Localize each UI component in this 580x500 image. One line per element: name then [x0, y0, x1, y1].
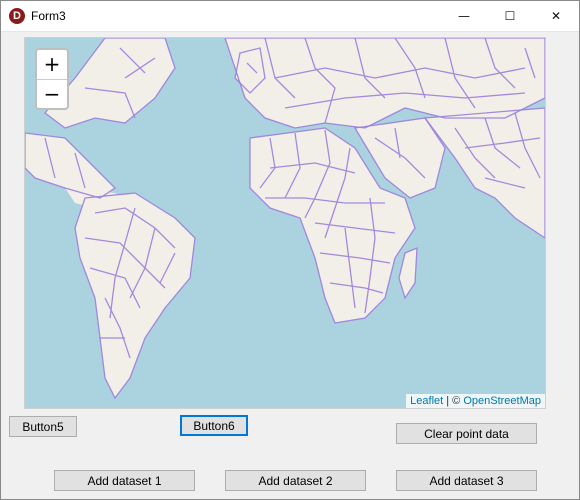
add-dataset-3-button[interactable]: Add dataset 3 [396, 470, 537, 491]
zoom-out-button[interactable]: − [37, 80, 67, 109]
app-logo-icon: D [9, 8, 25, 24]
button5[interactable]: Button5 [9, 416, 77, 437]
map-view[interactable]: + − Leaflet | © OpenStreetMap [24, 37, 546, 409]
app-window: D Form3 — ☐ ✕ + − Leaflet | © OpenStreet… [0, 0, 580, 500]
button6[interactable]: Button6 [180, 415, 248, 436]
title-bar[interactable]: D Form3 — ☐ ✕ [1, 1, 579, 32]
zoom-control: + − [35, 48, 69, 110]
map-attribution: Leaflet | © OpenStreetMap [406, 394, 545, 408]
map-tiles [25, 38, 545, 400]
add-dataset-2-button[interactable]: Add dataset 2 [225, 470, 366, 491]
window-title: Form3 [31, 9, 66, 23]
zoom-in-button[interactable]: + [37, 50, 67, 80]
maximize-button[interactable]: ☐ [487, 1, 533, 31]
clear-point-data-button[interactable]: Clear point data [396, 423, 537, 444]
add-dataset-1-button[interactable]: Add dataset 1 [54, 470, 195, 491]
openstreetmap-link[interactable]: OpenStreetMap [463, 395, 541, 407]
close-button[interactable]: ✕ [533, 1, 579, 31]
minimize-button[interactable]: — [441, 1, 487, 31]
land-areas [25, 38, 545, 398]
leaflet-link[interactable]: Leaflet [410, 395, 443, 407]
attribution-separator: | © [443, 395, 464, 407]
